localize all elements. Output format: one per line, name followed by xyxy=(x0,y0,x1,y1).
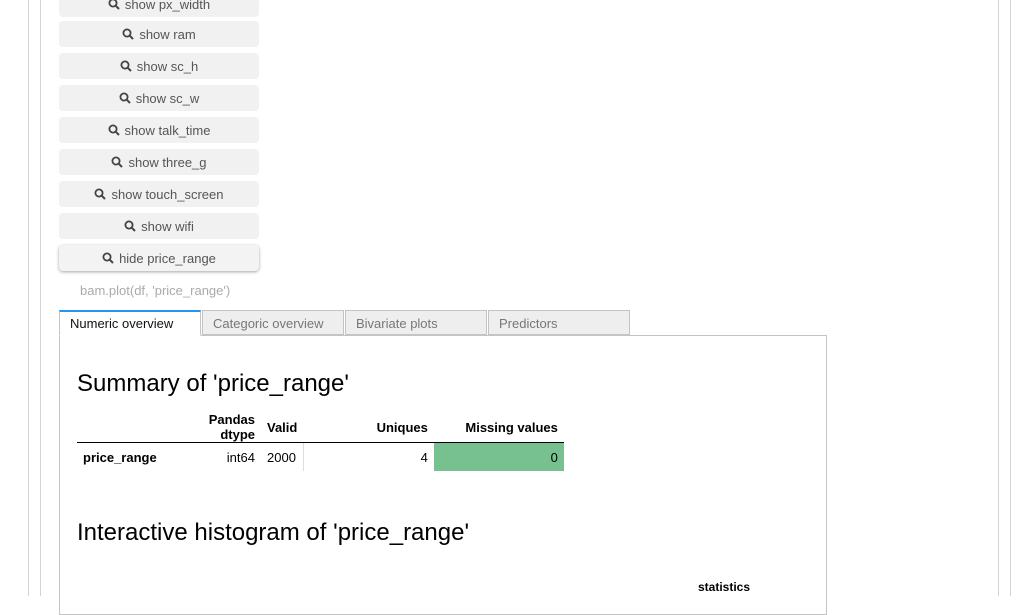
search-icon xyxy=(102,252,114,264)
cell-valid: 2000 xyxy=(261,443,303,472)
summary-table: Pandas dtype Valid Uniques Missing value… xyxy=(77,412,564,471)
search-icon xyxy=(94,188,106,200)
cell-dtype: int64 xyxy=(165,443,261,472)
show-px-width-button[interactable]: show px_width xyxy=(59,0,259,17)
inner-right-border xyxy=(998,0,999,596)
outer-left-border xyxy=(28,0,29,596)
tab-categoric-overview[interactable]: Categoric overview xyxy=(202,310,344,335)
button-label: show px_width xyxy=(125,0,210,12)
cell-uniques: 4 xyxy=(304,443,434,472)
tab-numeric-overview[interactable]: Numeric overview xyxy=(59,310,201,336)
button-label: hide price_range xyxy=(119,251,216,266)
button-label: show wifi xyxy=(141,219,194,234)
summary-title: Summary of 'price_range' xyxy=(77,370,349,398)
button-label: show touch_screen xyxy=(111,187,223,202)
button-label: show sc_h xyxy=(137,59,198,74)
inner-left-border xyxy=(40,0,41,596)
outer-right-border xyxy=(1010,0,1011,596)
show-touch-screen-button[interactable]: show touch_screen xyxy=(59,181,259,207)
tab-predictors[interactable]: Predictors xyxy=(488,310,630,335)
show-sc-h-button[interactable]: show sc_h xyxy=(59,53,259,79)
search-icon xyxy=(124,220,136,232)
search-icon xyxy=(120,60,132,72)
search-icon xyxy=(122,28,134,40)
button-label: show ram xyxy=(139,27,195,42)
search-icon xyxy=(108,124,120,136)
show-ram-button[interactable]: show ram xyxy=(59,21,259,47)
header-missing: Missing values xyxy=(434,412,564,443)
show-wifi-button[interactable]: show wifi xyxy=(59,213,259,239)
search-icon xyxy=(111,156,123,168)
show-three-g-button[interactable]: show three_g xyxy=(59,149,259,175)
cell-missing: 0 xyxy=(434,443,564,472)
row-name: price_range xyxy=(77,443,165,472)
statistics-label: statistics xyxy=(698,580,750,594)
show-sc-w-button[interactable]: show sc_w xyxy=(59,85,259,111)
button-label: show sc_w xyxy=(136,91,200,106)
table-row: price_range int64 2000 4 0 xyxy=(77,443,564,472)
header-uniques: Uniques xyxy=(304,412,434,443)
header-dtype: Pandas dtype xyxy=(165,412,261,443)
show-talk-time-button[interactable]: show talk_time xyxy=(59,117,259,143)
tab-bivariate-plots[interactable]: Bivariate plots xyxy=(345,310,487,335)
histogram-title: Interactive histogram of 'price_range' xyxy=(77,519,469,547)
header-valid: Valid xyxy=(261,412,303,443)
code-caption: bam.plot(df, 'price_range') xyxy=(80,283,230,298)
header-blank xyxy=(77,412,165,443)
summary-header-row: Pandas dtype Valid Uniques Missing value… xyxy=(77,412,564,443)
search-icon xyxy=(119,92,131,104)
search-icon xyxy=(108,0,120,10)
hide-price-range-button[interactable]: hide price_range xyxy=(59,245,259,271)
button-label: show three_g xyxy=(128,155,206,170)
button-label: show talk_time xyxy=(125,123,211,138)
